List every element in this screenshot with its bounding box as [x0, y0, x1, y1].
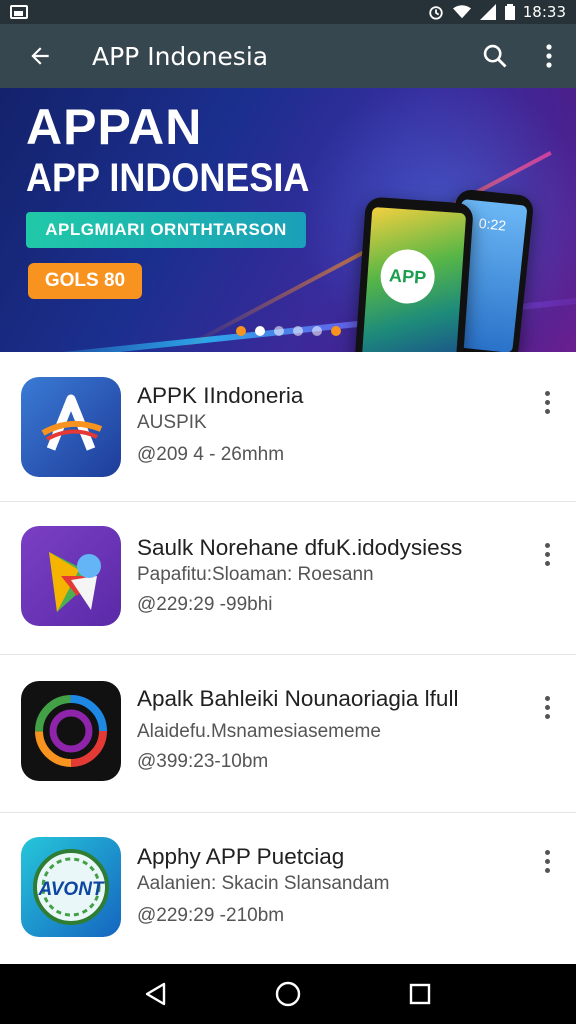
app-meta: @209 4 - 26mhm: [137, 444, 285, 465]
app-subtitle: Papafitu:Sloaman: Roesann: [137, 564, 374, 585]
search-icon: [483, 44, 507, 68]
wifi-icon: [452, 5, 471, 19]
carousel-indicator[interactable]: [236, 326, 341, 336]
carousel-dot-active[interactable]: [255, 326, 265, 336]
overflow-menu-button[interactable]: [522, 24, 576, 88]
app-a-icon: [21, 377, 121, 477]
app-subtitle: Alaidefu.Msnamesiasememe: [137, 721, 381, 742]
list-item[interactable]: AVONT Apphy APP Puetciag Aalanien: Skaci…: [0, 813, 576, 963]
system-navigation-bar: [0, 964, 576, 1024]
carousel-dot[interactable]: [274, 326, 284, 336]
circle-home-icon: [275, 981, 301, 1007]
nav-recents-button[interactable]: [398, 972, 442, 1016]
app-bar: APP Indonesia: [0, 24, 576, 88]
app-name: Apphy APP Puetciag: [137, 844, 345, 869]
avont-badge-icon: AVONT: [21, 837, 121, 937]
gallery-notification-icon: [10, 5, 28, 19]
more-vert-icon: [546, 44, 552, 68]
triangle-back-icon: [145, 982, 166, 1006]
arrow-play-icon: [21, 526, 121, 626]
back-button[interactable]: [0, 24, 80, 88]
phone-illustration-front: APP: [354, 196, 474, 352]
arrow-back-icon: [31, 47, 49, 65]
app-name: Apalk Bahleiki Nounaoriagia lfull: [137, 686, 459, 711]
item-more-button[interactable]: [532, 841, 562, 881]
item-more-button[interactable]: [532, 687, 562, 727]
carousel-dot[interactable]: [312, 326, 322, 336]
banner-tagline: APLGMIARI ORNTHTARSON: [26, 212, 306, 248]
app-subtitle: AUSPIK: [137, 412, 207, 433]
square-recents-icon: [409, 983, 431, 1005]
carousel-dot[interactable]: [293, 326, 303, 336]
app-meta: @229:29 -210bm: [137, 905, 285, 926]
promo-banner[interactable]: APPAN APP INDONESIA APLGMIARI ORNTHTARSO…: [0, 88, 576, 352]
status-icons: 18:33: [427, 3, 566, 21]
list-item[interactable]: Apalk Bahleiki Nounaoriagia lfull Alaide…: [0, 655, 576, 813]
banner-headline: APPAN: [26, 99, 203, 155]
alarm-icon: [429, 6, 443, 20]
app-list: APPK IIndoneria AUSPIK @209 4 - 26mhm Sa…: [0, 352, 576, 963]
carousel-dot[interactable]: [236, 326, 246, 336]
icon-text: AVONT: [37, 879, 104, 900]
app-subtitle: Aalanien: Skacin Slansandam: [137, 873, 390, 894]
app-meta: @229:29 -99bhi: [137, 594, 273, 615]
nav-home-button[interactable]: [266, 972, 310, 1016]
battery-icon: [504, 4, 515, 20]
page-title: APP Indonesia: [92, 41, 269, 71]
item-more-button[interactable]: [532, 382, 562, 422]
list-item[interactable]: APPK IIndoneria AUSPIK @209 4 - 26mhm: [0, 352, 576, 502]
circular-arrows-icon: [21, 681, 121, 781]
app-name: Saulk Norehane dfuK.idodysiess: [137, 535, 463, 560]
search-button[interactable]: [468, 24, 522, 88]
status-bar: 18:33: [0, 0, 576, 24]
app-meta: @399:23-10bm: [137, 751, 269, 772]
banner-subheadline: APP INDONESIA: [26, 156, 310, 200]
carousel-dot[interactable]: [331, 326, 341, 336]
item-more-button[interactable]: [532, 534, 562, 574]
signal-icon: [479, 4, 496, 20]
app-name: APPK IIndoneria: [137, 383, 304, 408]
clock: 18:33: [522, 3, 566, 21]
banner-cta-button[interactable]: GOLS 80: [28, 263, 142, 299]
list-item[interactable]: Saulk Norehane dfuK.idodysiess Papafitu:…: [0, 502, 576, 655]
nav-back-button[interactable]: [134, 972, 178, 1016]
